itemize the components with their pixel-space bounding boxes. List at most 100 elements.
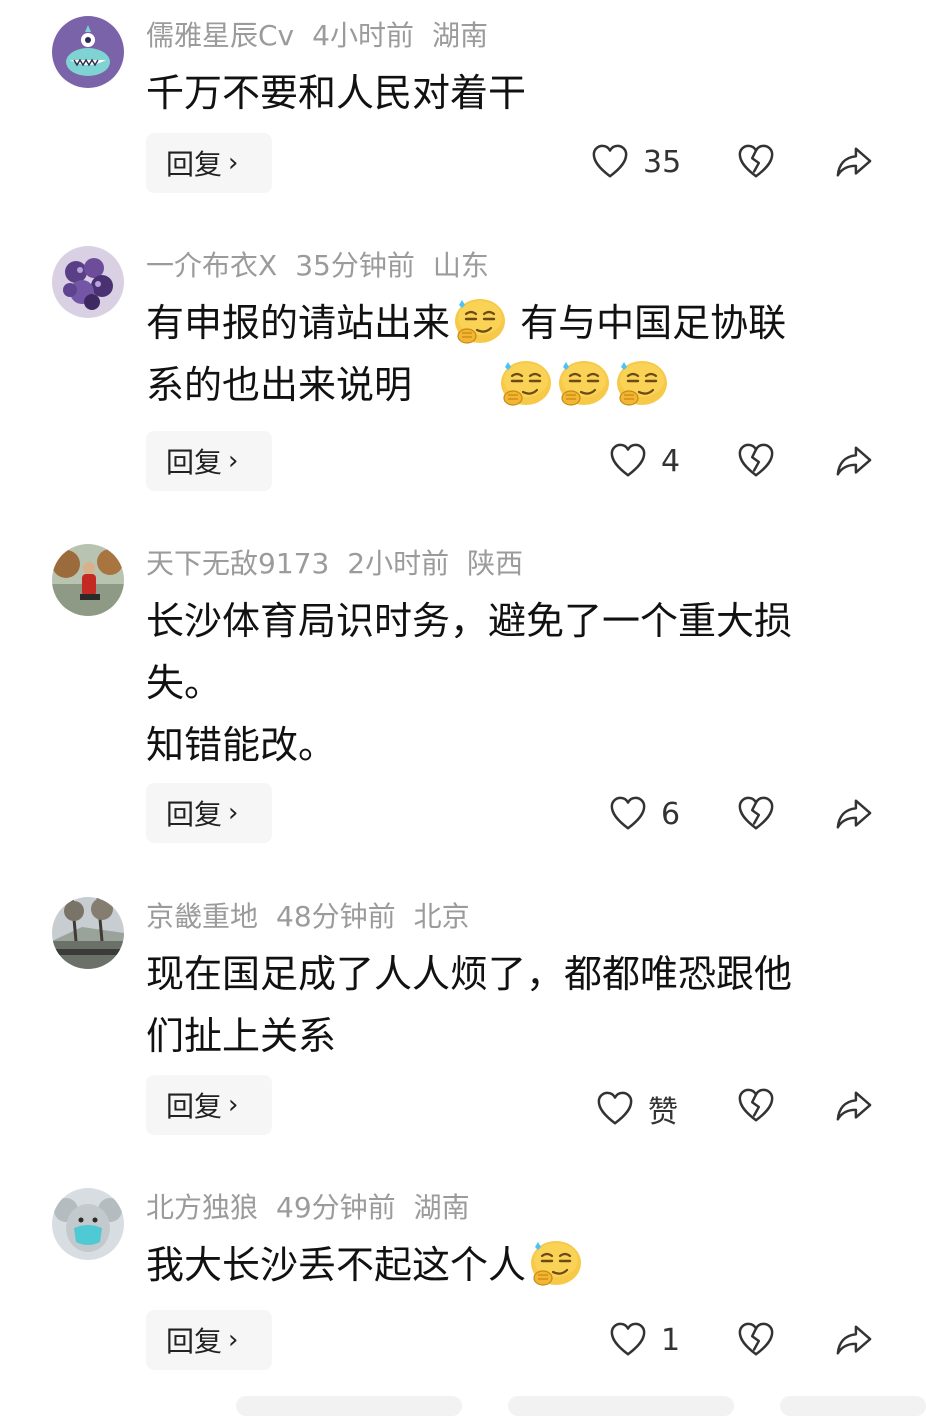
reply-label: 回复 (166, 798, 223, 831)
share-button[interactable] (834, 442, 874, 484)
smirk-thinking-emoji (497, 358, 553, 408)
reply-button[interactable]: 回复 › (146, 783, 272, 843)
comment-line: 现在国足成了人人烦了，都都唯恐跟他 (146, 952, 793, 996)
comment-line: 失。 (146, 661, 223, 705)
comment-meta: 天下无敌9173 2小时前 陕西 (146, 544, 541, 584)
heart-icon (596, 1090, 634, 1128)
share-arrow-icon (834, 1321, 874, 1359)
like-count: 6 (661, 796, 681, 832)
dislike-button[interactable] (737, 795, 775, 837)
reply-button[interactable]: 回复 › (146, 1310, 272, 1370)
heart-icon (609, 795, 647, 833)
comment-line: 们扯上关系 (146, 1014, 337, 1058)
share-button[interactable] (834, 1321, 874, 1363)
smirk-thinking-emoji (613, 358, 669, 408)
broken-heart-icon (737, 795, 775, 833)
chevron-right-icon: › (228, 148, 239, 178)
avatar[interactable] (52, 16, 124, 88)
reply-button[interactable]: 回复 › (146, 133, 272, 193)
share-arrow-icon (834, 143, 874, 181)
share-button[interactable] (834, 795, 874, 837)
reply-label: 回复 (166, 1090, 223, 1123)
like-button[interactable]: 赞 (596, 1087, 678, 1131)
chevron-right-icon: › (228, 798, 239, 828)
share-button[interactable] (834, 143, 874, 185)
comment-meta: 京畿重地 48分钟前 北京 (146, 897, 488, 937)
username[interactable]: 北方独狼 (146, 1191, 258, 1224)
like-button[interactable]: 35 (591, 143, 681, 181)
broken-heart-icon (737, 143, 775, 181)
comment-meta: 北方独狼 49分钟前 湖南 (146, 1188, 488, 1228)
comment-line: 长沙体育局识时务，避免了一个重大损 (146, 599, 793, 643)
comment-meta: 一介布衣X 35分钟前 山东 (146, 246, 507, 286)
timestamp: 2小时前 (347, 547, 450, 580)
comment-text: 现在国足成了人人烦了，都都唯恐跟他 们扯上关系 (146, 943, 876, 1067)
comment-text: 长沙体育局识时务，避免了一个重大损 失。 知错能改。 (146, 590, 876, 776)
comment-line: 有申报的请站出来 有与中国足协联 (146, 292, 876, 354)
broken-heart-icon (737, 1087, 775, 1125)
comment-text: 有申报的请站出来 有与中国足协联 系的也出来说明 (146, 292, 876, 416)
location: 湖南 (431, 19, 488, 52)
text-segment: 有与中国足协联 (508, 301, 787, 345)
avatar[interactable] (52, 246, 124, 318)
comment-line: 我大长沙丢不起这个人 (146, 1234, 876, 1296)
username[interactable]: 天下无敌9173 (146, 547, 329, 580)
like-button[interactable]: 1 (609, 1321, 680, 1359)
reply-label: 回复 (166, 148, 223, 181)
comment-text: 千万不要和人民对着干 (146, 62, 876, 124)
avatar[interactable] (52, 544, 124, 616)
dislike-button[interactable] (737, 143, 775, 185)
reply-label: 回复 (166, 1325, 223, 1358)
timestamp: 4小时前 (312, 19, 414, 52)
timestamp: 35分钟前 (295, 249, 415, 282)
like-button[interactable]: 4 (609, 442, 680, 480)
username[interactable]: 京畿重地 (146, 900, 258, 933)
smirk-thinking-emoji (451, 296, 507, 346)
chevron-right-icon: › (228, 1090, 239, 1120)
smirk-thinking-emoji (555, 358, 611, 408)
dislike-button[interactable] (737, 1087, 775, 1129)
like-count: 4 (661, 443, 681, 479)
smirk-thinking-emoji (527, 1238, 583, 1288)
location: 湖南 (413, 1191, 470, 1224)
chevron-right-icon: › (228, 446, 239, 476)
like-count: 35 (643, 144, 682, 180)
chevron-right-icon: › (228, 1325, 239, 1355)
username[interactable]: 一介布衣X (146, 249, 277, 282)
avatar[interactable] (52, 1188, 124, 1260)
text-segment: 系的也出来说明 (146, 363, 413, 407)
heart-icon (609, 442, 647, 480)
like-count: 1 (661, 1322, 681, 1358)
next-item-fragment (780, 1396, 926, 1416)
broken-heart-icon (737, 442, 775, 480)
dislike-button[interactable] (737, 442, 775, 484)
comment-line: 千万不要和人民对着干 (146, 71, 527, 115)
location: 山东 (432, 249, 489, 282)
share-arrow-icon (834, 1087, 874, 1125)
dislike-button[interactable] (737, 1321, 775, 1363)
username[interactable]: 儒雅星辰Cv (146, 19, 294, 52)
comment-text: 我大长沙丢不起这个人 (146, 1234, 876, 1296)
comment-line: 系的也出来说明 (146, 354, 876, 416)
location: 北京 (413, 900, 470, 933)
avatar[interactable] (52, 897, 124, 969)
heart-icon (591, 143, 629, 181)
comment-meta: 儒雅星辰Cv 4小时前 湖南 (146, 16, 506, 56)
share-button[interactable] (834, 1087, 874, 1129)
like-button[interactable]: 6 (609, 795, 680, 833)
reply-label: 回复 (166, 446, 223, 479)
share-arrow-icon (834, 795, 874, 833)
broken-heart-icon (737, 1321, 775, 1359)
text-segment: 有申报的请站出来 (146, 301, 451, 345)
location: 陕西 (467, 547, 524, 580)
like-count: 赞 (648, 1095, 678, 1130)
share-arrow-icon (834, 442, 874, 480)
timestamp: 48分钟前 (276, 900, 396, 933)
next-item-fragment (236, 1396, 462, 1416)
next-item-fragment (508, 1396, 734, 1416)
reply-button[interactable]: 回复 › (146, 1075, 272, 1135)
reply-button[interactable]: 回复 › (146, 431, 272, 491)
comment-line: 知错能改。 (146, 723, 337, 767)
heart-icon (609, 1321, 647, 1359)
timestamp: 49分钟前 (276, 1191, 396, 1224)
